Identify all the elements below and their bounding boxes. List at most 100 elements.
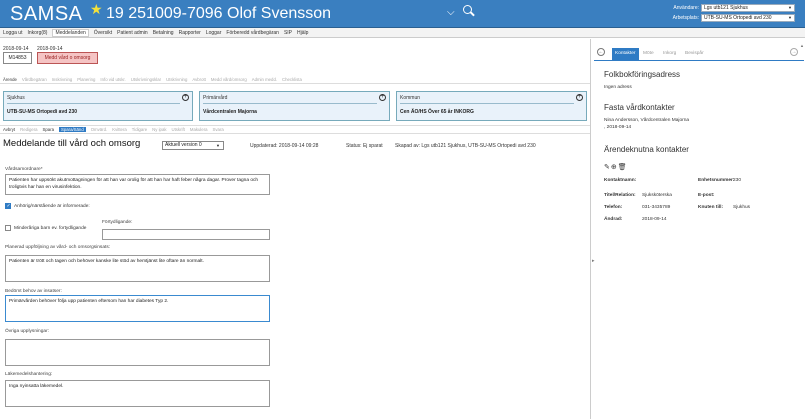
back-arrow-icon[interactable]: ←: [597, 48, 605, 56]
title-relation-value: Sjuksköterska: [642, 193, 672, 198]
tab-inbox[interactable]: Inkorg: [660, 48, 679, 60]
search-icon[interactable]: [463, 5, 475, 19]
user-select[interactable]: Lgs utb121 Sjukhus ▼: [701, 4, 795, 12]
org-title: Kommun: [400, 95, 421, 101]
changed-value: 2018-09-14: [642, 217, 667, 222]
encounter-id-button[interactable]: M14853: [3, 52, 32, 64]
reply-button[interactable]: Svara: [213, 127, 224, 132]
relatives-informed-label: Anhörig/närstående är informerade:: [14, 204, 90, 209]
edit-button[interactable]: Redigera: [20, 127, 37, 132]
clarify-label: Förtydligande:: [102, 220, 133, 225]
reason-label: Vårdsamordnare*: [5, 167, 43, 172]
menu-logout[interactable]: Logga ut: [3, 30, 22, 36]
save-button[interactable]: Spara: [43, 127, 54, 132]
chevron-down-icon: ▼: [788, 15, 792, 20]
contact-actions: ✎⊕🗑: [604, 163, 628, 171]
menu-prepared-request[interactable]: Förberedd vårdbegäran: [226, 30, 279, 36]
add-circle-icon[interactable]: +: [379, 94, 386, 101]
menu-help[interactable]: Hjälp: [297, 30, 308, 36]
tab-checklista[interactable]: Checklista: [282, 77, 302, 82]
menu-payment[interactable]: Betalning: [153, 30, 174, 36]
tab-meeting[interactable]: Möte: [640, 48, 657, 60]
other-info-textarea[interactable]: [5, 339, 270, 366]
linked-to-label: Knuten till:: [698, 205, 724, 210]
patient-title: 19 251009-7096 Olof Svensson: [106, 5, 332, 22]
contact-name-label: Kontaktnamn:: [604, 178, 637, 183]
void-button[interactable]: Makulera: [190, 127, 208, 132]
scroll-up-icon[interactable]: ▲: [800, 43, 805, 51]
edit-icon[interactable]: ✎: [604, 164, 611, 171]
org-card-primary-care: Primärvård + Vårdcentralen Majorna: [199, 91, 390, 121]
org-value: Cen ÄO/HS Över 65 år INKORG: [400, 109, 474, 115]
created-by: Skapad av: Lgs utb121 Sjukhus, UTB-SU-MS…: [395, 143, 536, 149]
menu-overview[interactable]: Översikt: [94, 30, 112, 36]
add-circle-icon[interactable]: +: [182, 94, 189, 101]
trash-icon[interactable]: 🗑: [618, 164, 628, 171]
tab-audit-trail[interactable]: Bevispår: [682, 48, 707, 60]
workplace-label: Arbetsplats:: [672, 15, 699, 21]
medication-label: Läkemedelshantering:: [5, 372, 53, 377]
tab-planering[interactable]: Planering: [77, 77, 95, 82]
contacts-pane: ← Kontakter Möte Inkorg Bevispår → ▲ Fol…: [594, 39, 805, 419]
phone-label: Telefon:: [604, 205, 623, 210]
changed-label: Ändrad:: [604, 217, 623, 222]
plan-textarea[interactable]: Patienten är trött och tagen och behöver…: [5, 255, 270, 282]
org-value: UTB-SU-MS Ortopedi avd 230: [7, 109, 78, 115]
app-header: SAMSA ★ 19 251009-7096 Olof Svensson ⌵ A…: [0, 0, 805, 28]
reassess-button[interactable]: Omvärd.: [91, 127, 107, 132]
title-relation-label: Titel/Relation:: [604, 193, 636, 198]
new-button[interactable]: Ny ipak: [152, 127, 166, 132]
menu-messages[interactable]: Meddelanden: [52, 28, 89, 37]
tab-admin-medd[interactable]: Admin medd.: [252, 77, 277, 82]
phone-value: 031-3435789: [642, 205, 671, 210]
other-info-label: Övriga upplysningar:: [5, 329, 49, 334]
menu-sip[interactable]: SIP: [284, 30, 292, 36]
needs-textarea[interactable]: Primärvården behöver följa upp patienten…: [5, 295, 270, 322]
tab-contacts[interactable]: Kontakter: [612, 48, 639, 60]
tab-arende[interactable]: Ärende: [3, 77, 17, 82]
acknowledge-button[interactable]: Kvittera: [112, 127, 127, 132]
minors-label: Minderåriga barn ev. fortydligande: [14, 226, 87, 231]
menu-inbox[interactable]: Inkorg(8): [27, 30, 47, 36]
relatives-informed-checkbox[interactable]: [5, 203, 11, 209]
status-badge[interactable]: Medd vård o omsorg: [37, 52, 98, 64]
tab-inskrivning[interactable]: Inskrivning: [52, 77, 73, 82]
minors-checkbox[interactable]: [5, 225, 11, 231]
page-title: Meddelande till vård och omsorg: [3, 138, 141, 149]
tab-utskrivningsklar[interactable]: Utskrivningsklar: [131, 77, 161, 82]
add-circle-icon[interactable]: +: [576, 94, 583, 101]
contact-line-1: Nina Andersson, Vårdcentralen Majorna: [604, 118, 690, 123]
reason-textarea[interactable]: Patienten har uppsökt akutmottagningen f…: [5, 174, 270, 195]
right-tabs: ← Kontakter Möte Inkorg Bevispår →: [594, 45, 804, 61]
favorite-star-icon[interactable]: ★: [90, 1, 103, 18]
tab-info-utskr[interactable]: Info vid utskr.: [100, 77, 125, 82]
linked-to-value: Sjukhus: [733, 205, 751, 210]
main-menu: Logga ut Inkorg(8) Meddelanden Översikt …: [0, 28, 805, 38]
chevron-down-icon[interactable]: ⌵: [447, 7, 455, 18]
previous-button[interactable]: Tidigare: [132, 127, 147, 132]
medication-textarea[interactable]: Inga nyinsatta läkemedel.: [5, 380, 270, 407]
tab-vardbegaran[interactable]: Vårdbegäran: [22, 77, 47, 82]
tab-medd-vard[interactable]: Medd vård/omsorg: [211, 77, 247, 82]
save-status: Status: Ej sparat: [346, 143, 383, 149]
add-circle-icon[interactable]: ⊕: [611, 164, 618, 171]
save-send-button[interactable]: Spara/Sänd: [59, 127, 86, 132]
clarify-input[interactable]: [102, 229, 270, 240]
pane-divider[interactable]: [590, 39, 591, 419]
plan-label: Planerad uppföljning av vård- och omsorg…: [5, 245, 111, 250]
action-toolbar: Avbryt Redigera Spara Spara/Sänd Omvärd.…: [0, 125, 590, 134]
version-select[interactable]: Aktuell version 0 ▼: [162, 141, 224, 150]
tab-avbrott[interactable]: Avbrott: [192, 77, 206, 82]
chevron-down-icon: ▼: [216, 143, 220, 148]
menu-logs[interactable]: Loggar: [206, 30, 222, 36]
tab-utskrivning[interactable]: Utskrivning: [166, 77, 187, 82]
forward-arrow-icon[interactable]: →: [790, 48, 798, 56]
process-tabs: Ärende Vårdbegäran Inskrivning Planering…: [0, 75, 590, 84]
menu-reports[interactable]: Rapporter: [179, 30, 201, 36]
workplace-select[interactable]: UTB-SU-MS Ortopedi avd 230 ▼: [701, 14, 795, 22]
menu-patient-admin[interactable]: Patient admin: [117, 30, 148, 36]
needs-label: Bedömt behov av insatser:: [5, 289, 62, 294]
org-card-hospital: Sjukhus + UTB-SU-MS Ortopedi avd 230: [3, 91, 193, 121]
print-button[interactable]: Utskrift: [171, 127, 184, 132]
cancel-button[interactable]: Avbryt: [3, 127, 15, 132]
